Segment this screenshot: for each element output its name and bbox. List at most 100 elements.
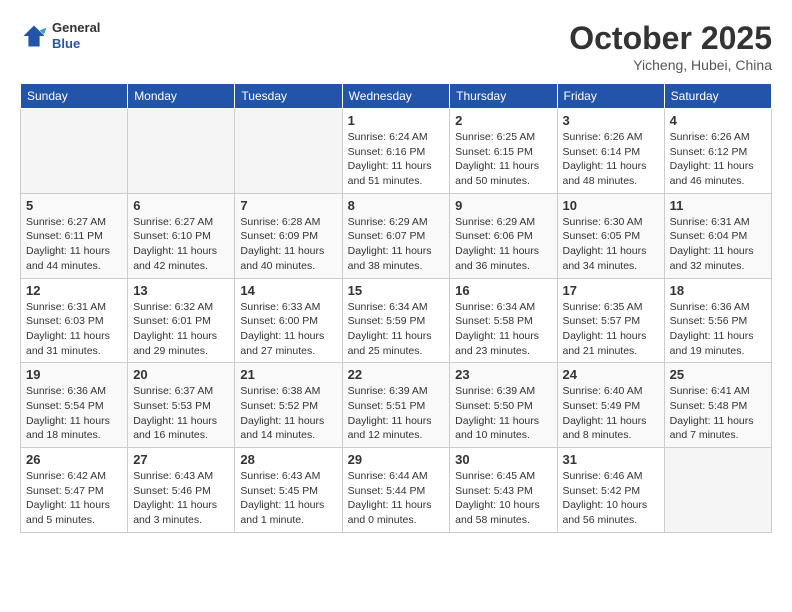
- header-monday: Monday: [128, 84, 235, 109]
- calendar-cell: 18 Sunrise: 6:36 AM Sunset: 5:56 PM Dayli…: [664, 278, 771, 363]
- calendar-cell: 23Sunrise: 6:39 AM Sunset: 5:50 PM Dayli…: [450, 363, 557, 448]
- day-number: 15: [348, 283, 445, 298]
- day-info: Sunrise: 6:30 AM Sunset: 6:05 PM Dayligh…: [563, 215, 659, 274]
- calendar-cell: 9Sunrise: 6:29 AM Sunset: 6:06 PM Daylig…: [450, 193, 557, 278]
- calendar-cell: 1Sunrise: 6:24 AM Sunset: 6:16 PM Daylig…: [342, 109, 450, 194]
- day-number: 13: [133, 283, 229, 298]
- calendar-cell: 31 Sunrise: 6:46 AM Sunset: 5:42 PM Dayli…: [557, 448, 664, 533]
- calendar-header-row: SundayMondayTuesdayWednesdayThursdayFrid…: [21, 84, 772, 109]
- day-info: Sunrise: 6:32 AM Sunset: 6:01 PM Dayligh…: [133, 300, 229, 359]
- day-number: 18: [670, 283, 766, 298]
- day-info: Sunrise: 6:41 AM Sunset: 5:48 PM Dayligh…: [670, 384, 766, 443]
- day-number: 5: [26, 198, 122, 213]
- day-number: 16: [455, 283, 551, 298]
- calendar-cell: 12 Sunrise: 6:31 AM Sunset: 6:03 PM Dayli…: [21, 278, 128, 363]
- day-info: Sunrise: 6:31 AM Sunset: 6:03 PM Dayligh…: [26, 300, 122, 359]
- month-title: October 2025: [569, 20, 772, 57]
- calendar-week-row: 1Sunrise: 6:24 AM Sunset: 6:16 PM Daylig…: [21, 109, 772, 194]
- header-saturday: Saturday: [664, 84, 771, 109]
- day-number: 28: [240, 452, 336, 467]
- logo: General Blue: [20, 20, 100, 51]
- calendar-cell: [21, 109, 128, 194]
- header-tuesday: Tuesday: [235, 84, 342, 109]
- day-number: 26: [26, 452, 122, 467]
- logo-text: General Blue: [52, 20, 100, 51]
- day-info: Sunrise: 6:26 AM Sunset: 6:12 PM Dayligh…: [670, 130, 766, 189]
- day-info: Sunrise: 6:39 AM Sunset: 5:50 PM Dayligh…: [455, 384, 551, 443]
- calendar-cell: [235, 109, 342, 194]
- day-info: Sunrise: 6:36 AM Sunset: 5:54 PM Dayligh…: [26, 384, 122, 443]
- logo-icon: [20, 22, 48, 50]
- day-info: Sunrise: 6:43 AM Sunset: 5:45 PM Dayligh…: [240, 469, 336, 528]
- calendar-cell: 10 Sunrise: 6:30 AM Sunset: 6:05 PM Dayli…: [557, 193, 664, 278]
- page-header: General Blue October 2025 Yicheng, Hubei…: [20, 20, 772, 73]
- calendar-week-row: 19 Sunrise: 6:36 AM Sunset: 5:54 PM Dayli…: [21, 363, 772, 448]
- calendar-week-row: 5 Sunrise: 6:27 AM Sunset: 6:11 PM Daylig…: [21, 193, 772, 278]
- calendar-week-row: 12 Sunrise: 6:31 AM Sunset: 6:03 PM Dayli…: [21, 278, 772, 363]
- calendar-cell: 13 Sunrise: 6:32 AM Sunset: 6:01 PM Dayli…: [128, 278, 235, 363]
- calendar-cell: [128, 109, 235, 194]
- title-block: October 2025 Yicheng, Hubei, China: [569, 20, 772, 73]
- day-info: Sunrise: 6:31 AM Sunset: 6:04 PM Dayligh…: [670, 215, 766, 274]
- calendar-cell: 15Sunrise: 6:34 AM Sunset: 5:59 PM Dayli…: [342, 278, 450, 363]
- calendar-cell: 20 Sunrise: 6:37 AM Sunset: 5:53 PM Dayli…: [128, 363, 235, 448]
- header-thursday: Thursday: [450, 84, 557, 109]
- calendar-cell: 24 Sunrise: 6:40 AM Sunset: 5:49 PM Dayli…: [557, 363, 664, 448]
- day-number: 20: [133, 367, 229, 382]
- calendar-cell: 30 Sunrise: 6:45 AM Sunset: 5:43 PM Dayli…: [450, 448, 557, 533]
- logo-blue: Blue: [52, 36, 100, 52]
- calendar-cell: 25 Sunrise: 6:41 AM Sunset: 5:48 PM Dayli…: [664, 363, 771, 448]
- day-info: Sunrise: 6:37 AM Sunset: 5:53 PM Dayligh…: [133, 384, 229, 443]
- calendar-cell: 8 Sunrise: 6:29 AM Sunset: 6:07 PM Daylig…: [342, 193, 450, 278]
- day-number: 14: [240, 283, 336, 298]
- day-number: 30: [455, 452, 551, 467]
- day-number: 31: [563, 452, 659, 467]
- calendar-cell: 16 Sunrise: 6:34 AM Sunset: 5:58 PM Dayli…: [450, 278, 557, 363]
- day-number: 25: [670, 367, 766, 382]
- day-info: Sunrise: 6:34 AM Sunset: 5:58 PM Dayligh…: [455, 300, 551, 359]
- calendar-cell: 6Sunrise: 6:27 AM Sunset: 6:10 PM Daylig…: [128, 193, 235, 278]
- day-number: 12: [26, 283, 122, 298]
- day-info: Sunrise: 6:29 AM Sunset: 6:07 PM Dayligh…: [348, 215, 445, 274]
- day-number: 3: [563, 113, 659, 128]
- day-number: 27: [133, 452, 229, 467]
- day-info: Sunrise: 6:46 AM Sunset: 5:42 PM Dayligh…: [563, 469, 659, 528]
- day-number: 8: [348, 198, 445, 213]
- day-number: 11: [670, 198, 766, 213]
- calendar-cell: 29Sunrise: 6:44 AM Sunset: 5:44 PM Dayli…: [342, 448, 450, 533]
- location: Yicheng, Hubei, China: [569, 57, 772, 73]
- day-number: 21: [240, 367, 336, 382]
- day-info: Sunrise: 6:33 AM Sunset: 6:00 PM Dayligh…: [240, 300, 336, 359]
- calendar-cell: 11 Sunrise: 6:31 AM Sunset: 6:04 PM Dayli…: [664, 193, 771, 278]
- day-info: Sunrise: 6:24 AM Sunset: 6:16 PM Dayligh…: [348, 130, 445, 189]
- day-number: 24: [563, 367, 659, 382]
- day-info: Sunrise: 6:36 AM Sunset: 5:56 PM Dayligh…: [670, 300, 766, 359]
- day-number: 19: [26, 367, 122, 382]
- day-number: 17: [563, 283, 659, 298]
- day-number: 6: [133, 198, 229, 213]
- header-sunday: Sunday: [21, 84, 128, 109]
- calendar-cell: 27 Sunrise: 6:43 AM Sunset: 5:46 PM Dayli…: [128, 448, 235, 533]
- day-info: Sunrise: 6:43 AM Sunset: 5:46 PM Dayligh…: [133, 469, 229, 528]
- day-number: 29: [348, 452, 445, 467]
- calendar-cell: 19 Sunrise: 6:36 AM Sunset: 5:54 PM Dayli…: [21, 363, 128, 448]
- calendar-cell: 28 Sunrise: 6:43 AM Sunset: 5:45 PM Dayli…: [235, 448, 342, 533]
- calendar-cell: 22Sunrise: 6:39 AM Sunset: 5:51 PM Dayli…: [342, 363, 450, 448]
- day-number: 10: [563, 198, 659, 213]
- day-info: Sunrise: 6:40 AM Sunset: 5:49 PM Dayligh…: [563, 384, 659, 443]
- calendar-cell: 4Sunrise: 6:26 AM Sunset: 6:12 PM Daylig…: [664, 109, 771, 194]
- calendar-cell: 14 Sunrise: 6:33 AM Sunset: 6:00 PM Dayli…: [235, 278, 342, 363]
- logo-general: General: [52, 20, 100, 36]
- calendar-cell: 7Sunrise: 6:28 AM Sunset: 6:09 PM Daylig…: [235, 193, 342, 278]
- day-info: Sunrise: 6:42 AM Sunset: 5:47 PM Dayligh…: [26, 469, 122, 528]
- day-number: 7: [240, 198, 336, 213]
- day-info: Sunrise: 6:27 AM Sunset: 6:11 PM Dayligh…: [26, 215, 122, 274]
- day-info: Sunrise: 6:45 AM Sunset: 5:43 PM Dayligh…: [455, 469, 551, 528]
- day-number: 2: [455, 113, 551, 128]
- calendar-cell: 2 Sunrise: 6:25 AM Sunset: 6:15 PM Daylig…: [450, 109, 557, 194]
- day-info: Sunrise: 6:38 AM Sunset: 5:52 PM Dayligh…: [240, 384, 336, 443]
- calendar-cell: [664, 448, 771, 533]
- day-info: Sunrise: 6:25 AM Sunset: 6:15 PM Dayligh…: [455, 130, 551, 189]
- calendar-cell: 17Sunrise: 6:35 AM Sunset: 5:57 PM Dayli…: [557, 278, 664, 363]
- header-wednesday: Wednesday: [342, 84, 450, 109]
